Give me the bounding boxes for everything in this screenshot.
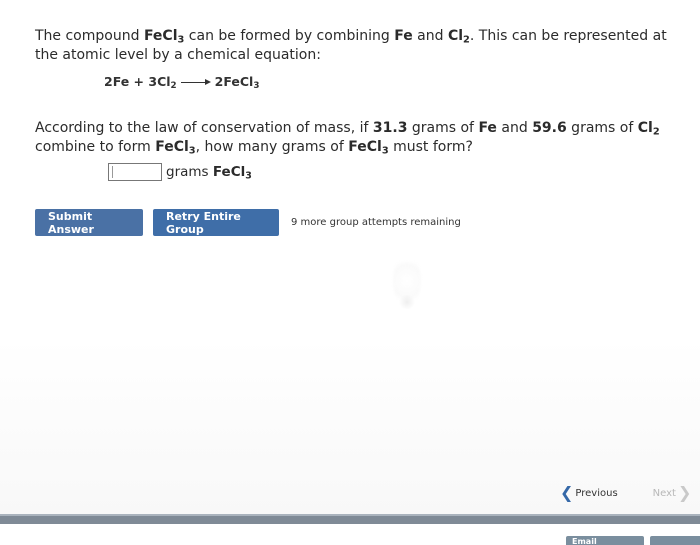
reactant-fe: Fe xyxy=(394,28,413,44)
question-cl: Cl xyxy=(637,120,653,136)
mass-fe-value: 31.3 xyxy=(372,120,408,136)
question-text-part: and xyxy=(496,120,533,136)
compound-formula: FeCl xyxy=(143,28,178,44)
chevron-right-icon: ❯ xyxy=(677,483,692,502)
intro-text: The compound FeCl3 can be formed by comb… xyxy=(35,27,690,65)
intro-text-part: can be formed by combining xyxy=(184,28,395,44)
previous-button[interactable]: ❮ Previous xyxy=(560,485,618,501)
question-text-part: grams of xyxy=(407,120,479,136)
answer-unit: grams FeCl3 xyxy=(166,164,252,182)
text-caret xyxy=(112,166,113,178)
answer-unit-prefix: grams xyxy=(166,164,213,180)
next-label: Next xyxy=(652,487,676,499)
question-product-subscript: 3 xyxy=(381,145,389,157)
answer-input[interactable] xyxy=(108,163,162,181)
assignment-page: The compound FeCl3 can be formed by comb… xyxy=(0,0,700,545)
equation-reactants: 2Fe + 3Cl2 xyxy=(104,74,177,92)
equation-right: 2FeCl xyxy=(214,74,254,89)
previous-label: Previous xyxy=(575,487,618,499)
equation-products: 2FeCl3 xyxy=(214,74,260,92)
chemical-equation: 2Fe + 3Cl2 2FeCl3 xyxy=(104,74,690,92)
question-text-part: , how many grams of xyxy=(195,139,349,155)
question-navigation: ❮ Previous Next ❯ xyxy=(560,483,700,503)
question-product-subscript: 3 xyxy=(188,145,196,157)
intro-text-part: and xyxy=(412,28,448,44)
answer-unit-formula: FeCl xyxy=(212,164,246,180)
question-product: FeCl xyxy=(155,139,189,155)
reaction-arrow-icon xyxy=(180,77,211,87)
question-product: FeCl xyxy=(348,139,382,155)
email-instructor-button[interactable]: Email Instructor xyxy=(566,536,644,545)
footer-button[interactable] xyxy=(650,536,700,545)
footer-bar xyxy=(0,516,700,524)
answer-row: grams FeCl3 xyxy=(108,163,690,181)
equation-left-subscript: 2 xyxy=(170,81,177,92)
screen-glare xyxy=(398,295,416,309)
question-text-part: According to the law of conservation of … xyxy=(35,120,373,136)
equation-right-subscript: 3 xyxy=(253,81,260,92)
chevron-left-icon: ❮ xyxy=(560,483,574,502)
question-content: The compound FeCl3 can be formed by comb… xyxy=(35,27,690,181)
question-text-part: combine to form xyxy=(35,139,156,155)
answer-unit-subscript: 3 xyxy=(245,170,252,182)
equation-left: 2Fe + 3Cl xyxy=(104,74,171,89)
question-text: According to the law of conservation of … xyxy=(35,119,690,157)
intro-text-part: The compound xyxy=(35,28,144,44)
submit-answer-button[interactable]: Submit Answer xyxy=(35,209,143,236)
action-bar: Submit Answer Retry Entire Group 9 more … xyxy=(35,209,461,236)
mass-cl2-value: 59.6 xyxy=(532,120,567,136)
retry-group-button[interactable]: Retry Entire Group xyxy=(153,209,279,236)
question-text-part: grams of xyxy=(566,120,638,136)
question-cl-subscript: 2 xyxy=(652,126,660,138)
question-text-part: must form? xyxy=(388,139,473,155)
attempts-remaining: 9 more group attempts remaining xyxy=(291,217,461,228)
question-fe: Fe xyxy=(478,120,497,136)
reactant-cl: Cl xyxy=(447,28,464,44)
next-button[interactable]: Next ❯ xyxy=(653,485,692,501)
reactant-cl-subscript: 2 xyxy=(463,34,470,46)
